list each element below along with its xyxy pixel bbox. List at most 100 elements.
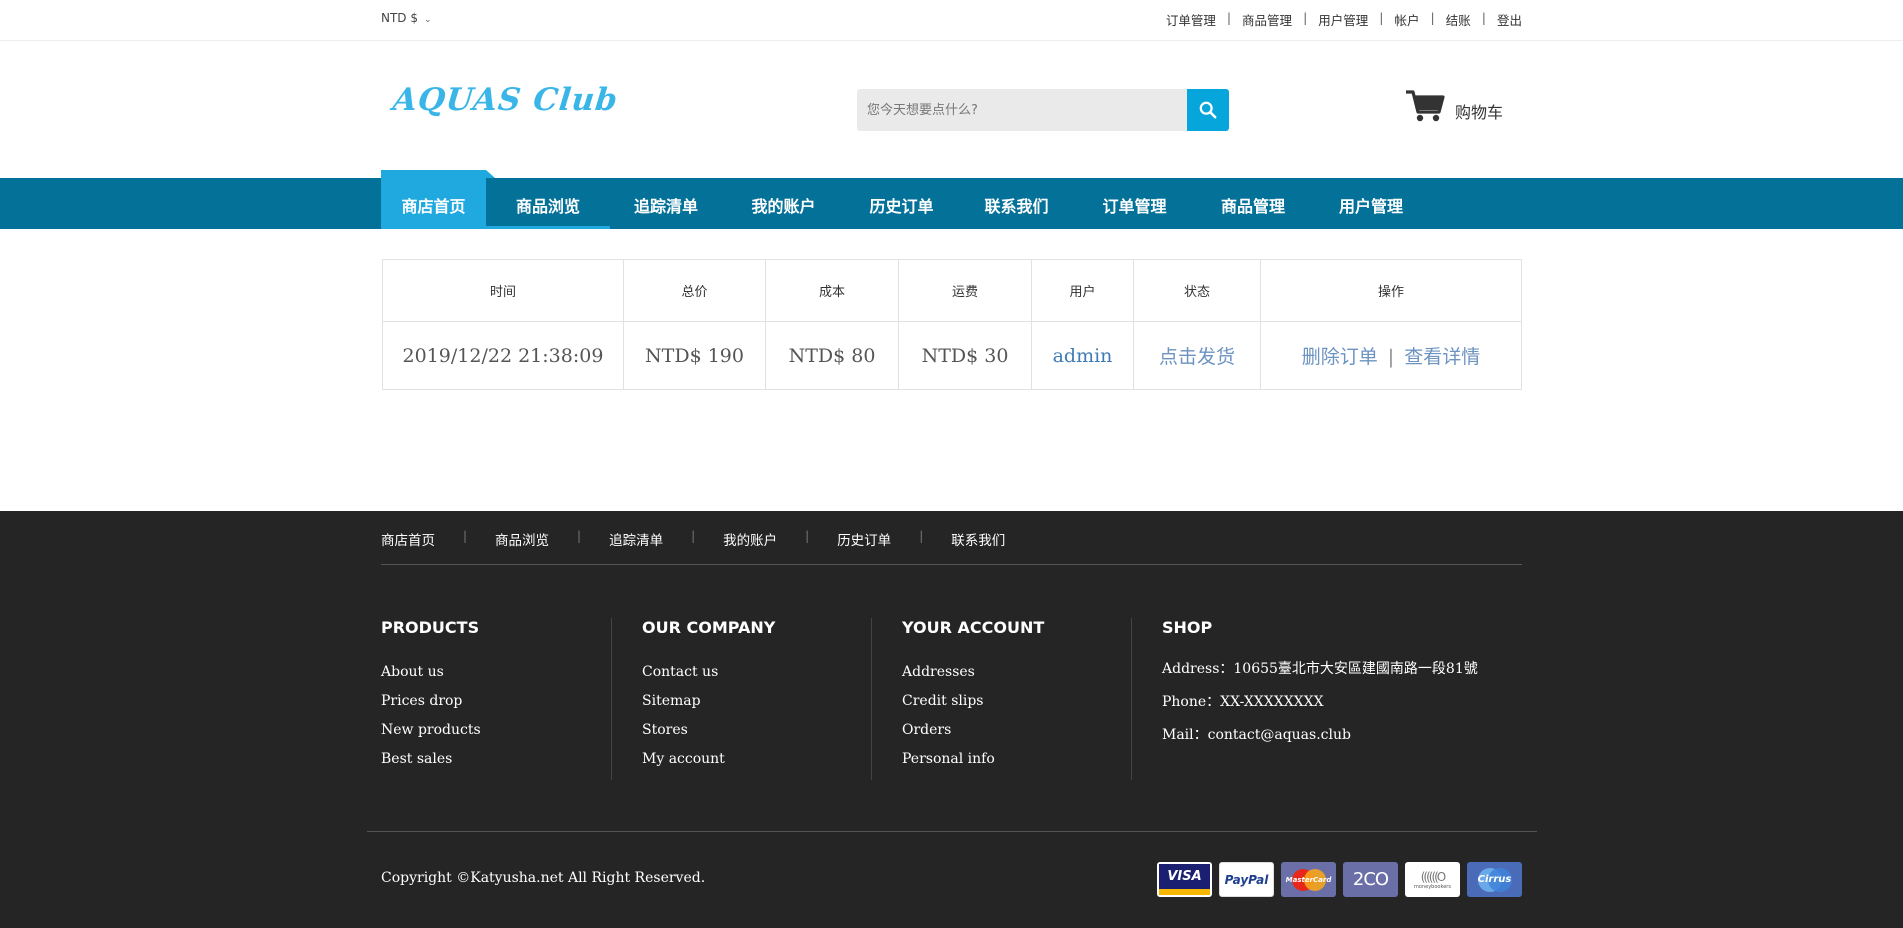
top-bar <box>0 0 1903 41</box>
cirrus-label: Cirrus <box>1477 874 1512 885</box>
footer-link-personal-info[interactable]: Personal info <box>902 751 1131 767</box>
footer-link-home[interactable]: 商店首页 <box>381 529 435 549</box>
cart-label: 购物车 <box>1455 103 1504 122</box>
footer-link-contact-us[interactable]: Contact us <box>642 664 871 680</box>
footer-column-title: SHOP <box>1162 618 1213 637</box>
separator: | <box>919 529 924 543</box>
toplink-checkout[interactable]: 结账 <box>1446 10 1471 29</box>
footer-column-shop: SHOP Address：10655臺北市大安區建國南路一段81號 Phone：… <box>1131 618 1481 780</box>
search-icon <box>1199 101 1217 119</box>
footer-column-title: OUR COMPANY <box>642 618 776 637</box>
separator: | <box>1379 10 1384 25</box>
delete-order-link[interactable]: 删除订单 <box>1302 346 1378 368</box>
footer-link-order-history[interactable]: 历史订单 <box>837 529 891 549</box>
shopping-cart-icon <box>1406 90 1445 122</box>
view-details-link[interactable]: 查看详情 <box>1404 346 1480 368</box>
footer-column-company: OUR COMPANY Contact us Sitemap Stores My… <box>611 618 871 780</box>
nav-item-browse[interactable]: 商品浏览 <box>486 170 610 229</box>
footer-columns: PRODUCTS About us Prices drop New produc… <box>381 618 1481 780</box>
column-header-cost: 成本 <box>765 259 899 322</box>
currency-selector[interactable]: NTD $ ⌄ <box>381 11 432 25</box>
column-header-status: 状态 <box>1133 259 1261 322</box>
footer-link-contact[interactable]: 联系我们 <box>951 529 1005 549</box>
nav-item-order-management[interactable]: 订单管理 <box>1075 170 1194 229</box>
visa-label: VISA <box>1159 864 1210 895</box>
action-separator: | <box>1387 346 1395 368</box>
mastercard-label: MasterCard <box>1285 875 1332 884</box>
orders-table: 时间 总价 成本 运费 用户 状态 操作 2019/12/22 21:38:09… <box>382 259 1522 390</box>
column-header-actions: 操作 <box>1260 259 1522 322</box>
toplink-account[interactable]: 帐户 <box>1395 10 1420 29</box>
site-footer: 商店首页 | 商品浏览 | 追踪清单 | 我的账户 | 历史订单 | 联系我们 … <box>0 511 1903 928</box>
cart-button[interactable]: 购物车 <box>1405 88 1503 124</box>
nav-item-product-management[interactable]: 商品管理 <box>1194 170 1312 229</box>
toplink-product-management[interactable]: 商品管理 <box>1242 10 1292 29</box>
order-shipping: NTD$ 30 <box>898 321 1032 390</box>
currency-label: NTD $ <box>381 11 418 25</box>
footer-divider <box>367 831 1537 832</box>
paypal-icon: PayPal <box>1219 862 1274 897</box>
footer-link-sitemap[interactable]: Sitemap <box>642 693 871 709</box>
separator: | <box>1430 10 1435 25</box>
nav-item-tracking[interactable]: 追踪清单 <box>610 170 722 229</box>
footer-link-new-products[interactable]: New products <box>381 722 611 738</box>
footer-link-addresses[interactable]: Addresses <box>902 664 1131 680</box>
separator: | <box>805 529 810 543</box>
order-time: 2019/12/22 21:38:09 <box>382 321 624 390</box>
footer-link-orders[interactable]: Orders <box>902 722 1131 738</box>
order-user-link[interactable]: admin <box>1031 321 1134 390</box>
footer-link-about-us[interactable]: About us <box>381 664 611 680</box>
footer-column-account: YOUR ACCOUNT Addresses Credit slips Orde… <box>871 618 1131 780</box>
shop-address: Address：10655臺北市大安區建國南路一段81號 <box>1162 661 1478 677</box>
moneybookers-icon: ((((((O moneybookers <box>1405 862 1460 897</box>
footer-column-products: PRODUCTS About us Prices drop New produc… <box>381 618 611 780</box>
footer-link-best-sales[interactable]: Best sales <box>381 751 611 767</box>
separator: | <box>1481 10 1486 25</box>
nav-item-home[interactable]: 商店首页 <box>381 170 495 229</box>
table-row: 2019/12/22 21:38:09 NTD$ 190 NTD$ 80 NTD… <box>382 321 1522 390</box>
ship-order-button[interactable]: 点击发货 <box>1133 321 1261 390</box>
footer-link-stores[interactable]: Stores <box>642 722 871 738</box>
nav-item-my-account[interactable]: 我的账户 <box>722 170 845 229</box>
shop-phone: Phone：XX-XXXXXXXX <box>1162 694 1324 710</box>
order-total: NTD$ 190 <box>623 321 766 390</box>
site-logo[interactable]: AQUAS Club <box>391 82 620 118</box>
main-nav: 商店首页 商品浏览 追踪清单 我的账户 历史订单 联系我们 订单管理 商品管理 … <box>381 170 1430 229</box>
separator: | <box>1226 10 1232 25</box>
moneybookers-label: moneybookers <box>1414 883 1451 890</box>
mastercard-icon: MasterCard <box>1281 862 1336 897</box>
separator: | <box>1303 10 1308 25</box>
search-input[interactable] <box>857 89 1187 131</box>
footer-nav: 商店首页 | 商品浏览 | 追踪清单 | 我的账户 | 历史订单 | 联系我们 <box>381 529 1005 549</box>
footer-link-company-my-account[interactable]: My account <box>642 751 871 767</box>
chevron-down-icon: ⌄ <box>424 15 432 25</box>
footer-link-credit-slips[interactable]: Credit slips <box>902 693 1131 709</box>
order-cost: NTD$ 80 <box>765 321 899 390</box>
nav-item-order-history[interactable]: 历史订单 <box>845 170 958 229</box>
footer-link-prices-drop[interactable]: Prices drop <box>381 693 611 709</box>
order-actions: 删除订单 | 查看详情 <box>1260 321 1522 390</box>
toplink-user-management[interactable]: 用户管理 <box>1318 10 1368 29</box>
column-header-user: 用户 <box>1031 259 1134 322</box>
footer-link-tracking[interactable]: 追踪清单 <box>609 529 663 549</box>
nav-item-user-management[interactable]: 用户管理 <box>1312 170 1430 229</box>
toplink-order-management[interactable]: 订单管理 <box>1166 10 1216 29</box>
shop-mail: Mail：contact@aquas.club <box>1162 727 1351 743</box>
footer-column-title: PRODUCTS <box>381 618 480 637</box>
payment-methods: VISA PayPal MasterCard 2CO ((((((O money… <box>1150 862 1522 897</box>
2co-icon: 2CO <box>1343 862 1398 897</box>
separator: | <box>463 529 468 543</box>
separator: | <box>577 529 582 543</box>
toplink-logout[interactable]: 登出 <box>1497 10 1522 29</box>
search-button[interactable] <box>1187 89 1229 131</box>
top-links: 订单管理 | 商品管理 | 用户管理 | 帐户 | 结账 | 登出 <box>1166 10 1522 29</box>
copyright-text: Copyright ©Katyusha.net All Right Reserv… <box>381 870 706 886</box>
nav-item-contact[interactable]: 联系我们 <box>958 170 1075 229</box>
visa-icon: VISA <box>1157 862 1212 897</box>
cirrus-icon: Cirrus <box>1467 862 1522 897</box>
footer-link-my-account[interactable]: 我的账户 <box>723 529 777 549</box>
footer-link-browse[interactable]: 商品浏览 <box>495 529 549 549</box>
search-bar <box>857 89 1229 131</box>
table-header-row: 时间 总价 成本 运费 用户 状态 操作 <box>382 259 1522 322</box>
separator: | <box>691 529 696 543</box>
